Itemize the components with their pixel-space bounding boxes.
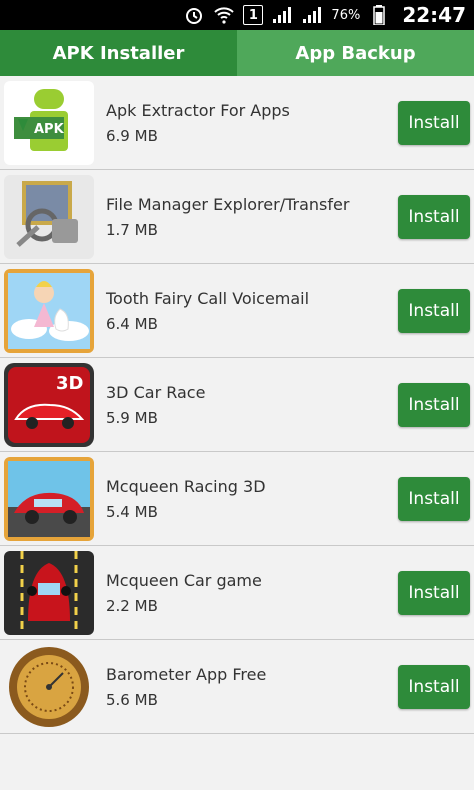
app-name: 3D Car Race: [106, 382, 206, 402]
app-size: 6.4 MB: [106, 314, 158, 333]
wifi-icon: [213, 4, 235, 26]
list-item[interactable]: Tooth Fairy Call Voicemail 6.4 MB Instal…: [0, 264, 474, 358]
list-item[interactable]: Barometer App Free 5.6 MB Install: [0, 640, 474, 734]
mcqueen-car-icon: [4, 550, 94, 635]
install-button[interactable]: Install: [398, 664, 470, 709]
install-button[interactable]: Install: [398, 100, 470, 145]
app-size: 2.2 MB: [106, 596, 158, 615]
list-item[interactable]: Mcqueen Car game 2.2 MB Install: [0, 546, 474, 640]
car-race-icon: 3D: [4, 362, 94, 447]
tab-apk-installer[interactable]: APK Installer: [0, 30, 237, 76]
svg-text:APK: APK: [34, 122, 65, 137]
battery-icon: [368, 4, 390, 26]
install-button[interactable]: Install: [398, 476, 470, 521]
app-size: 5.9 MB: [106, 408, 158, 427]
app-name: Barometer App Free: [106, 664, 267, 684]
install-button[interactable]: Install: [398, 382, 470, 427]
tab-app-backup[interactable]: App Backup: [237, 30, 474, 76]
app-list: APK Apk Extractor For Apps 6.9 MB Instal…: [0, 76, 474, 734]
app-name: File Manager Explorer/Transfer: [106, 194, 350, 214]
signal-icon: [301, 4, 323, 26]
list-item[interactable]: 3D 3D Car Race 5.9 MB Install: [0, 358, 474, 452]
status-bar: 1 76% 22:47: [0, 0, 474, 30]
install-button[interactable]: Install: [398, 288, 470, 333]
tab-bar: APK Installer App Backup: [0, 30, 474, 76]
file-manager-icon: [4, 174, 94, 259]
car-race-icon-text: 3D: [56, 373, 83, 394]
apk-extractor-icon: APK: [4, 80, 94, 165]
battery-percent: 76%: [331, 7, 361, 23]
install-button[interactable]: Install: [398, 570, 470, 615]
app-name: Tooth Fairy Call Voicemail: [106, 288, 310, 308]
alarm-icon: [183, 4, 205, 26]
clock: 22:47: [402, 3, 466, 27]
app-size: 5.4 MB: [106, 502, 158, 521]
mcqueen-racing-icon: [4, 456, 94, 541]
app-name: Mcqueen Car game: [106, 570, 262, 590]
app-size: 6.9 MB: [106, 126, 158, 145]
list-item[interactable]: APK Apk Extractor For Apps 6.9 MB Instal…: [0, 76, 474, 170]
tooth-fairy-icon: [4, 268, 94, 353]
install-button[interactable]: Install: [398, 194, 470, 239]
app-name: Mcqueen Racing 3D: [106, 476, 266, 496]
list-item[interactable]: Mcqueen Racing 3D 5.4 MB Install: [0, 452, 474, 546]
notification-icon: 1: [243, 5, 264, 25]
app-name: Apk Extractor For Apps: [106, 100, 290, 120]
app-size: 1.7 MB: [106, 220, 158, 239]
signal-icon: [271, 4, 293, 26]
list-item[interactable]: File Manager Explorer/Transfer 1.7 MB In…: [0, 170, 474, 264]
app-size: 5.6 MB: [106, 690, 158, 709]
barometer-icon: [4, 644, 94, 729]
